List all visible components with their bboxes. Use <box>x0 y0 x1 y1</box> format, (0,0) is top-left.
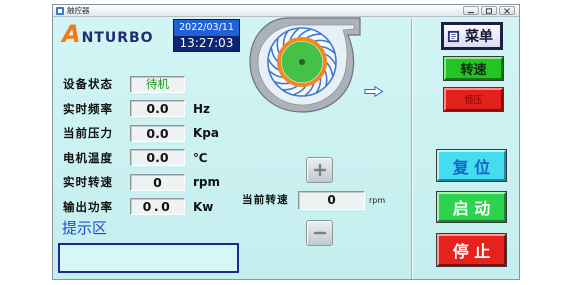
motor-temperature-value: 0.0 <box>130 149 185 167</box>
increase-speed-button[interactable] <box>306 157 333 183</box>
maximize-icon <box>486 7 492 14</box>
status-panel: 设备状态 待机 实时频率 0.0 Hz 当前压力 0.0 Kpa 电机温度 0.… <box>63 72 243 219</box>
motor-temperature-label: 电机温度 <box>63 150 113 165</box>
hint-message-box <box>58 243 239 273</box>
menu-button-label: 菜单 <box>465 29 493 45</box>
arrow-right-icon <box>364 86 384 97</box>
pressure-label: 当前压力 <box>63 126 113 141</box>
pressure-value: 0.0 <box>130 124 185 142</box>
frequency-value: 0.0 <box>130 100 185 118</box>
realtime-speed-label: 实时转速 <box>63 175 113 190</box>
book-icon <box>447 30 460 42</box>
pressure-unit: Kpa <box>193 126 219 141</box>
plus-icon <box>313 163 326 177</box>
start-button[interactable]: 启 动 <box>437 192 506 222</box>
minus-icon <box>313 231 326 235</box>
reset-button[interactable]: 复 位 <box>437 150 506 181</box>
close-icon <box>504 7 510 14</box>
maximize-button[interactable] <box>481 6 497 15</box>
close-button[interactable] <box>499 6 515 15</box>
app-icon <box>56 7 64 15</box>
speed-mode-button[interactable]: 转速 <box>444 57 503 80</box>
status-row-motor-temperature: 电机温度 0.0 ℃ <box>63 146 243 171</box>
output-power-label: 输出功率 <box>63 199 113 214</box>
status-row-speed: 实时转速 0 rpm <box>63 170 243 195</box>
minimize-icon <box>468 11 474 13</box>
current-speed-label: 当前转速 <box>242 194 289 206</box>
current-speed-unit: rpm <box>369 196 386 205</box>
window-controls <box>463 6 515 15</box>
device-state-value: 待机 <box>130 75 185 93</box>
realtime-speed-unit: rpm <box>193 175 221 190</box>
output-power-unit: Kw <box>193 199 214 214</box>
datetime-display: 2022/03/11 13:27:03 <box>173 19 240 52</box>
date-display: 2022/03/11 <box>174 20 239 36</box>
hub-center <box>299 59 305 65</box>
panel-divider <box>411 18 413 279</box>
menu-button[interactable]: 菜单 <box>441 22 503 50</box>
logo-text: ANTURBO <box>62 20 154 48</box>
brand-logo: ANTURBO <box>62 20 154 49</box>
decrease-speed-button[interactable] <box>306 220 333 246</box>
motor-temperature-unit: ℃ <box>193 150 208 165</box>
minimize-button[interactable] <box>463 6 479 15</box>
centrifugal-blower-icon <box>249 17 361 113</box>
frequency-label: 实时频率 <box>63 101 113 116</box>
hmi-window: 触控器 ANTURBO 2022/03/11 13:27:03 设备状态 待机 … <box>52 4 520 280</box>
app-icon-graphic <box>56 7 64 15</box>
hint-area-label: 提示区 <box>62 219 108 237</box>
stop-button[interactable]: 停 止 <box>437 234 506 266</box>
output-power-value: 0.0 <box>130 198 185 216</box>
status-row-device-state: 设备状态 待机 <box>63 72 243 97</box>
constant-pressure-mode-button[interactable]: 恒压 <box>444 88 503 111</box>
realtime-speed-value: 0 <box>130 173 185 191</box>
status-row-output-power: 输出功率 0.0 Kw <box>63 195 243 220</box>
frequency-unit: Hz <box>193 101 211 116</box>
device-state-label: 设备状态 <box>63 77 113 92</box>
time-display: 13:27:03 <box>174 36 239 51</box>
status-row-frequency: 实时频率 0.0 Hz <box>63 97 243 122</box>
current-speed-input[interactable]: 0 <box>298 191 365 210</box>
window-title: 触控器 <box>67 6 90 15</box>
status-row-pressure: 当前压力 0.0 Kpa <box>63 121 243 146</box>
